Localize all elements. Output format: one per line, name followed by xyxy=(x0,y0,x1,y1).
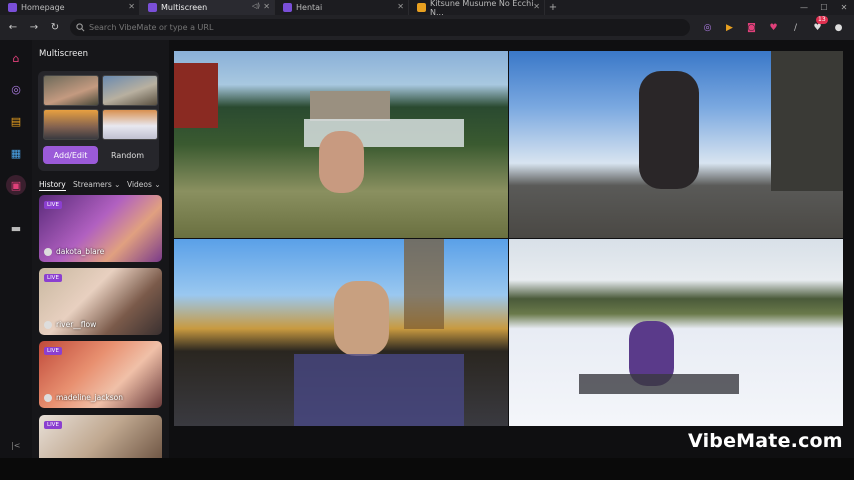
bottom-bar xyxy=(0,458,854,480)
address-bar: ← → ↻ ◎ ▶ ◙ ♥ ∕ ♥ ● xyxy=(0,15,854,40)
calendar-icon[interactable]: ▦ xyxy=(8,145,24,161)
tab-bar: Homepage ✕ Multiscreen ◁) ✕ Hentai ✕ Kit… xyxy=(0,0,854,17)
close-window-icon[interactable]: ✕ xyxy=(834,0,854,15)
vibe-icon[interactable]: ◎ xyxy=(8,81,24,97)
camera-icon[interactable]: ◙ xyxy=(745,21,758,34)
multiscreen-sidebar: Multiscreen Add/Edit Random History Stre… xyxy=(32,40,169,458)
multiscreen-icon[interactable]: ▣ xyxy=(6,175,26,195)
live-badge: LIVE xyxy=(44,201,62,209)
stream-card[interactable]: LIVE dakota_blare xyxy=(39,195,162,262)
vibemate-logo-icon xyxy=(148,3,157,12)
stream-card[interactable]: LIVE madeline_jackson xyxy=(39,341,162,408)
maximize-icon[interactable]: ☐ xyxy=(814,0,834,15)
folder-icon[interactable]: ▬ xyxy=(8,220,24,236)
live-badge: LIVE xyxy=(44,421,62,429)
collapse-sidebar-icon[interactable]: |< xyxy=(11,441,20,450)
film-icon[interactable]: ▤ xyxy=(8,113,24,129)
reload-icon[interactable]: ↻ xyxy=(48,20,62,34)
speaker-icon[interactable]: ◁) xyxy=(252,2,260,10)
close-icon[interactable]: ✕ xyxy=(397,2,404,11)
filter-streamers[interactable]: Streamers ⌄ xyxy=(73,180,120,189)
forward-icon[interactable]: → xyxy=(27,20,41,34)
home-icon[interactable]: ⌂ xyxy=(8,50,24,66)
tab-hentai[interactable]: Hentai ✕ xyxy=(275,0,409,15)
heart-icon[interactable]: ♥ xyxy=(767,21,780,34)
avatar xyxy=(44,393,52,402)
pen-icon[interactable]: ∕ xyxy=(789,21,802,34)
add-edit-button[interactable]: Add/Edit xyxy=(43,146,98,164)
sidebar-title: Multiscreen xyxy=(39,49,89,59)
url-box[interactable] xyxy=(70,19,690,36)
video-cell-4[interactable] xyxy=(509,239,843,426)
avatar xyxy=(44,320,52,329)
random-button[interactable]: Random xyxy=(100,146,155,164)
minimize-icon[interactable]: — xyxy=(794,0,814,15)
video-cell-3[interactable] xyxy=(174,239,508,426)
site-logo-icon xyxy=(417,3,426,12)
back-icon[interactable]: ← xyxy=(6,20,20,34)
search-icon xyxy=(76,23,85,32)
vibemate-logo-icon xyxy=(283,3,292,12)
watermark: VibeMate.com xyxy=(688,430,843,452)
nav-rail: ⌂ ◎ ▤ ▦ ▣ ▬ xyxy=(0,40,32,458)
multiscreen-grid xyxy=(169,40,854,458)
video-cell-1[interactable] xyxy=(174,51,508,238)
tab-kitsune[interactable]: Kitsune Musume No Ecchi N... ✕ xyxy=(409,0,545,17)
stream-card[interactable]: LIVE river__flow xyxy=(39,268,162,335)
filter-videos[interactable]: Videos ⌄ xyxy=(127,180,161,189)
vibemate-logo-icon xyxy=(8,3,17,12)
vibemate-swirl-icon[interactable]: ◎ xyxy=(701,21,714,34)
filter-history[interactable]: History xyxy=(39,180,66,191)
avatar xyxy=(44,247,52,256)
account-icon[interactable]: ● xyxy=(832,21,845,34)
tab-homepage[interactable]: Homepage ✕ xyxy=(0,0,140,15)
chevron-down-icon: ⌄ xyxy=(114,180,121,189)
live-badge: LIVE xyxy=(44,347,62,355)
video-icon[interactable]: ▶ xyxy=(723,21,736,34)
search-input[interactable] xyxy=(89,23,690,32)
stream-card[interactable]: LIVE xyxy=(39,415,162,458)
video-cell-2[interactable] xyxy=(509,51,843,238)
notification-badge: 13 xyxy=(816,16,828,24)
tab-multiscreen[interactable]: Multiscreen ◁) ✕ xyxy=(140,0,275,15)
close-icon[interactable]: ✕ xyxy=(533,2,540,11)
close-icon[interactable]: ✕ xyxy=(263,2,270,11)
close-icon[interactable]: ✕ xyxy=(128,2,135,11)
live-badge: LIVE xyxy=(44,274,62,282)
new-tab-button[interactable]: + xyxy=(545,0,561,15)
chevron-down-icon: ⌄ xyxy=(154,180,161,189)
